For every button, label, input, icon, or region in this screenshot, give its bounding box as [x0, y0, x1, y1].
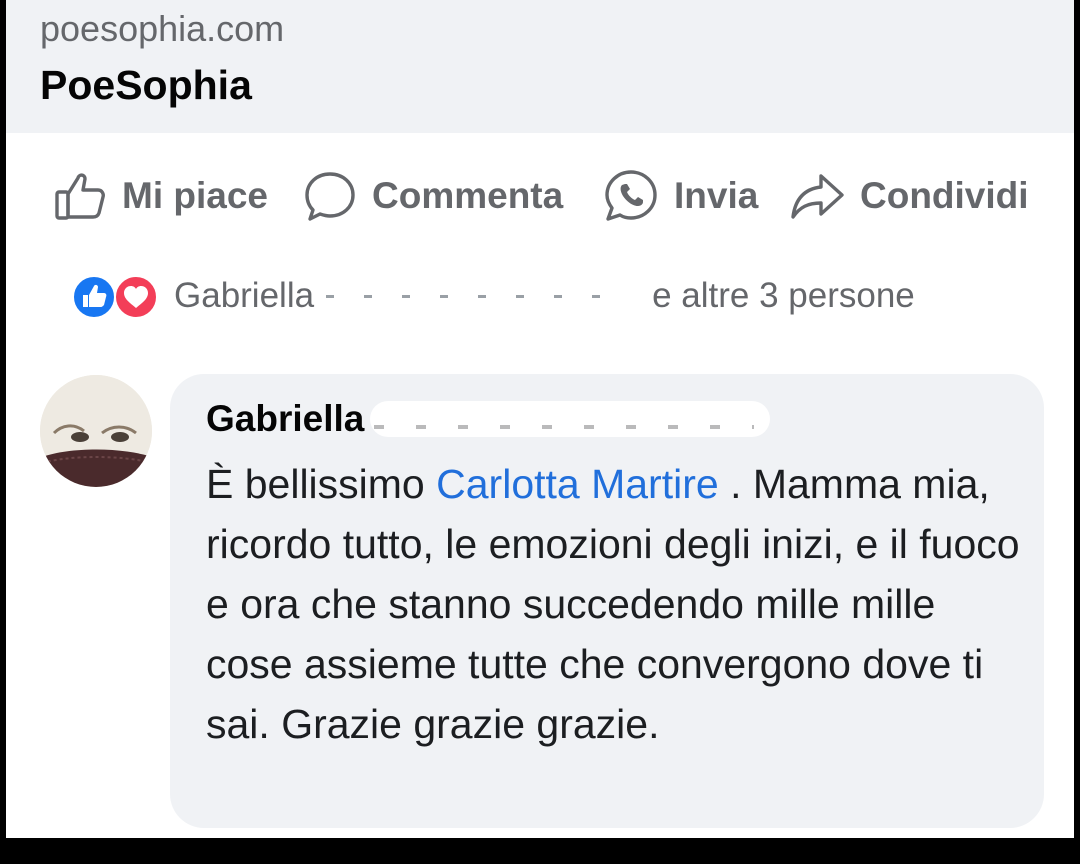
facebook-post-frame: poesophia.com PoeSophia Mi piace Comment… [6, 0, 1074, 838]
comment-author-name: Gabriella [206, 398, 365, 439]
reaction-others: e altre 3 persone [652, 276, 915, 315]
avatar-image [40, 375, 152, 487]
comment-author[interactable]: Gabriella [206, 398, 771, 440]
link-preview[interactable]: poesophia.com PoeSophia [6, 0, 1074, 133]
love-reaction-icon [114, 275, 158, 319]
comment-label: Commenta [372, 175, 564, 216]
share-arrow-icon [788, 168, 846, 224]
reactions-summary[interactable]: Gabriella e altre 3 persone [72, 270, 915, 322]
like-label: Mi piace [122, 175, 268, 216]
link-domain: poesophia.com [40, 8, 285, 49]
comment-text: È bellissimo Carlotta Martire . Mamma mi… [206, 454, 1026, 754]
comment-button[interactable]: Commenta [302, 166, 602, 226]
send-button[interactable]: Invia [602, 166, 788, 226]
reaction-icons [72, 271, 168, 321]
whatsapp-icon [602, 167, 660, 225]
thumbs-up-icon [52, 168, 108, 224]
comment-text-start: È bellissimo [206, 461, 425, 507]
like-reaction-icon [72, 275, 116, 319]
like-button[interactable]: Mi piace [52, 166, 302, 226]
link-title[interactable]: PoeSophia [40, 62, 252, 109]
post-action-bar: Mi piace Commenta Invia Condividi [52, 166, 1074, 226]
comment-bubble-icon [302, 168, 358, 224]
reactions-text: Gabriella e altre 3 persone [174, 276, 915, 316]
share-label: Condividi [860, 175, 1029, 216]
mention-link[interactable]: Carlotta Martire [436, 461, 719, 507]
blurred-author-surname [370, 401, 771, 437]
comment-bubble[interactable]: Gabriella È bellissimo Carlotta Martire … [170, 374, 1044, 828]
reaction-name: Gabriella [174, 276, 315, 315]
blurred-name [318, 281, 649, 311]
send-label: Invia [674, 175, 759, 216]
avatar[interactable] [40, 375, 152, 487]
share-button[interactable]: Condividi [788, 166, 1029, 226]
